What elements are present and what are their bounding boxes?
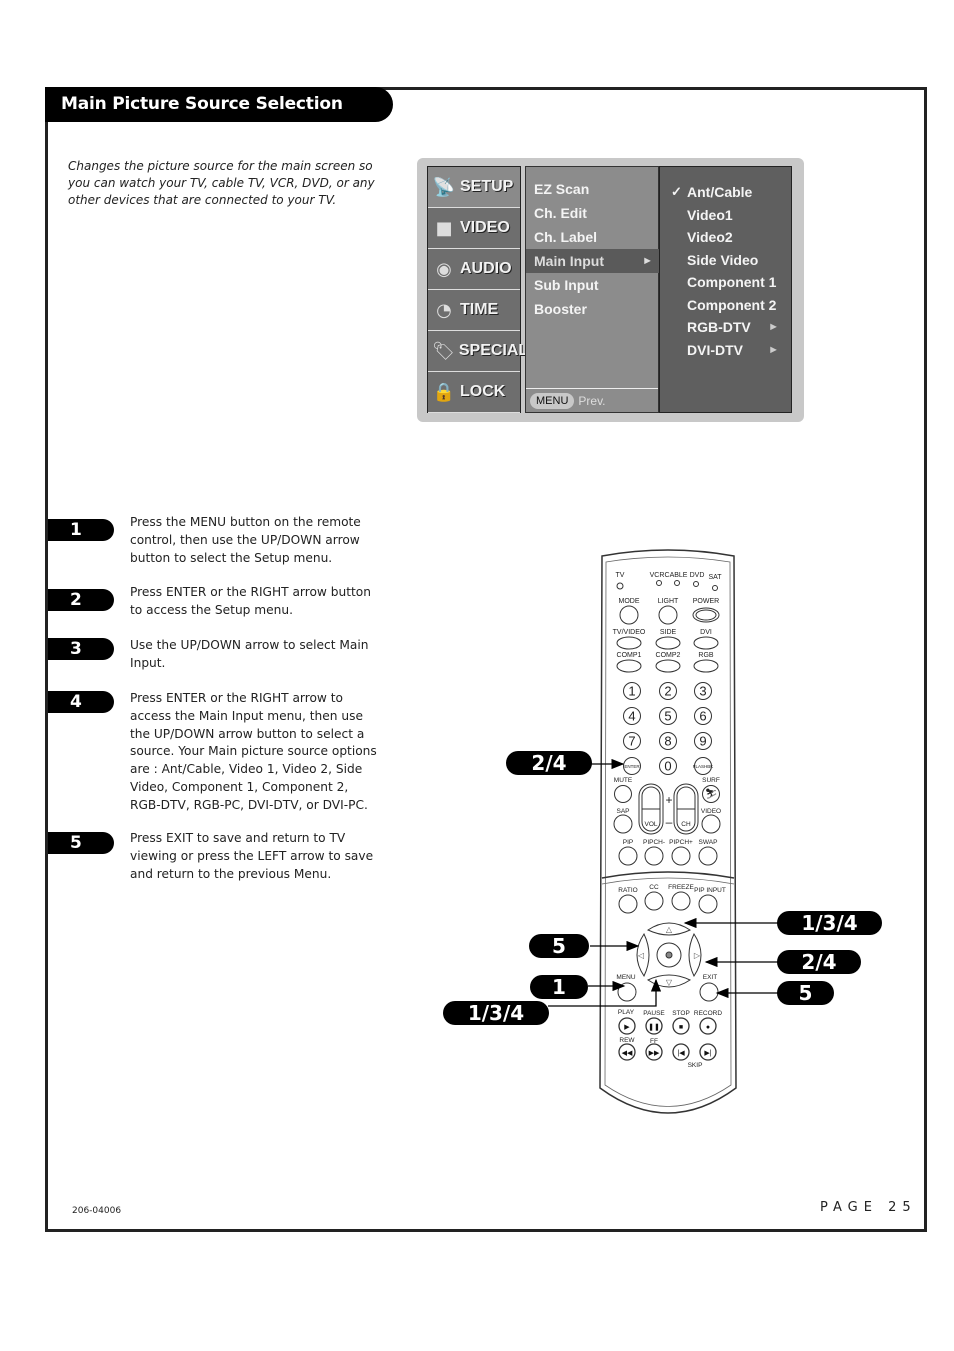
callout-right: 2/4: [777, 950, 861, 974]
callout-down: 1/3/4: [443, 1001, 549, 1025]
document-code: 206-04006: [72, 1206, 122, 1216]
callout-left: 5: [529, 934, 589, 958]
callout-enter: 2/4: [506, 751, 592, 775]
page-number: PAGE 25: [820, 1200, 917, 1215]
callout-arrows: [548, 758, 778, 1007]
callout-up: 1/3/4: [777, 911, 882, 935]
callout-menu: 1: [530, 975, 588, 999]
callout-exit: 5: [777, 981, 834, 1005]
